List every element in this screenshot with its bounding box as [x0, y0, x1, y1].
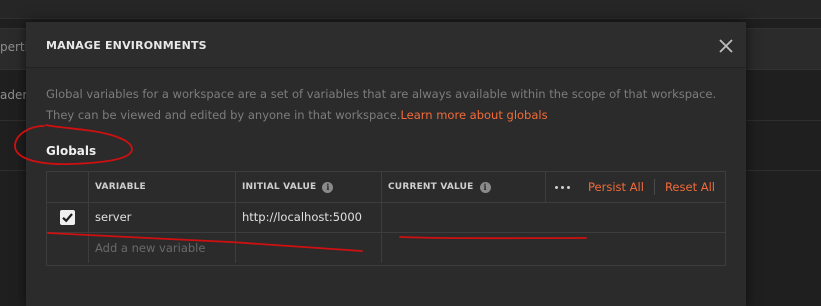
learn-more-link[interactable]: Learn more about globals [400, 108, 547, 122]
new-current-value-cell[interactable] [382, 233, 725, 263]
globals-description: Global variables for a workspace are a s… [46, 84, 726, 126]
info-icon[interactable]: i [479, 181, 491, 193]
more-options-icon[interactable] [545, 172, 578, 202]
variable-name: server [95, 210, 132, 224]
row-enabled-checkbox[interactable] [60, 209, 75, 225]
table-row: server http://localhost:5000 [47, 202, 725, 233]
header-actions: Persist All Reset All [545, 172, 725, 202]
reset-all-button[interactable]: Reset All [655, 180, 725, 194]
header-current-value-label: CURRENT VALUE [388, 182, 474, 192]
close-icon [719, 39, 733, 53]
initial-value-cell[interactable]: http://localhost:5000 [236, 202, 382, 232]
manage-environments-modal: MANAGE ENVIRONMENTS Global variables for… [26, 22, 746, 306]
row-checkbox-cell [47, 202, 89, 232]
header-initial-value: INITIAL VALUE i [236, 172, 382, 202]
header-variable-label: VARIABLE [95, 182, 146, 192]
header-checkbox-cell [47, 172, 89, 202]
section-title-globals: Globals [46, 144, 97, 158]
header-variable: VARIABLE [89, 172, 236, 202]
initial-value: http://localhost:5000 [242, 210, 362, 224]
new-variable-input[interactable]: Add a new variable [89, 233, 236, 263]
info-icon[interactable]: i [322, 181, 334, 193]
background-toolbar [0, 0, 821, 19]
new-row-checkbox-cell [47, 233, 89, 263]
description-text: Global variables for a workspace are a s… [46, 87, 717, 122]
modal-header: MANAGE ENVIRONMENTS [26, 22, 746, 68]
table-header-row: VARIABLE INITIAL VALUE i CURRENT VALUE i… [47, 172, 725, 203]
new-initial-value-cell[interactable] [236, 233, 382, 263]
background-text-fragment: perti [0, 40, 28, 54]
current-value-cell[interactable] [382, 202, 725, 232]
persist-all-button[interactable]: Persist All [578, 180, 654, 194]
close-button[interactable] [714, 34, 738, 58]
header-initial-value-label: INITIAL VALUE [242, 182, 317, 192]
new-variable-row: Add a new variable [47, 233, 725, 263]
modal-title: MANAGE ENVIRONMENTS [46, 39, 207, 52]
variable-name-cell[interactable]: server [89, 202, 236, 232]
variables-table: VARIABLE INITIAL VALUE i CURRENT VALUE i… [46, 171, 726, 266]
new-variable-placeholder: Add a new variable [95, 241, 206, 255]
checkmark-icon [62, 212, 73, 222]
